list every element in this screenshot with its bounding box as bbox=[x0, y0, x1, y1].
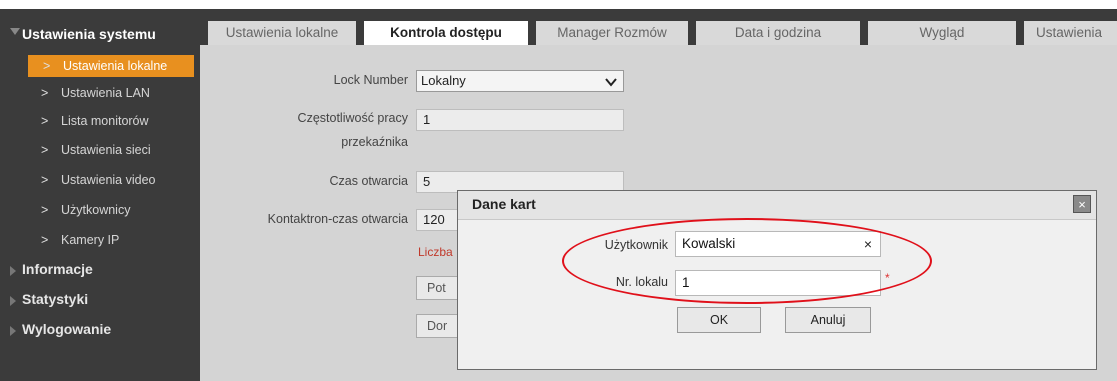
sidebar-item-label: Użytkownicy bbox=[61, 203, 131, 217]
expand-triangle-icon bbox=[10, 326, 16, 336]
sidebar-header[interactable]: Ustawienia systemu bbox=[22, 26, 156, 42]
sidebar-item-uzytkownicy[interactable]: > Użytkownicy bbox=[26, 199, 194, 221]
sidebar-item-ustawienia-sieci[interactable]: > Ustawienia sieci bbox=[26, 139, 194, 161]
user-input[interactable]: Kowalski × bbox=[675, 231, 881, 257]
sidebar-item-label: Kamery IP bbox=[61, 233, 120, 247]
ok-button[interactable]: OK bbox=[677, 307, 761, 333]
close-icon[interactable]: × bbox=[1073, 195, 1091, 213]
lock-number-value: Lokalny bbox=[421, 73, 466, 88]
chevron-right-icon: > bbox=[41, 203, 49, 217]
sidebar-item-lista-monitorow[interactable]: > Lista monitorów bbox=[26, 110, 194, 132]
sidebar-item-ustawienia-lokalne[interactable]: > Ustawienia lokalne bbox=[28, 55, 194, 77]
user-value: Kowalski bbox=[682, 236, 736, 251]
sidebar-group-wylogowanie[interactable]: Wylogowanie bbox=[22, 321, 111, 337]
chevron-right-icon: > bbox=[41, 143, 49, 157]
sidebar: Ustawienia systemu > Ustawienia lokalne >… bbox=[0, 0, 200, 381]
chevron-right-icon: > bbox=[41, 86, 49, 100]
required-mark: * bbox=[885, 271, 890, 285]
relay-freq-label-cont: przekaźnika bbox=[341, 135, 408, 149]
tab-bar: Ustawienia lokalne Kontrola dostępu Mana… bbox=[200, 9, 1117, 54]
sidebar-group-statystyki[interactable]: Statystyki bbox=[22, 291, 88, 307]
chevron-right-icon: > bbox=[41, 173, 49, 187]
unit-label: Nr. lokalu bbox=[615, 275, 668, 289]
sidebar-item-ustawienia-lan[interactable]: > Ustawienia LAN bbox=[26, 82, 194, 104]
top-strip bbox=[0, 0, 1117, 9]
sidebar-item-label: Ustawienia lokalne bbox=[63, 59, 168, 73]
chevron-right-icon: > bbox=[43, 59, 51, 73]
expand-triangle-icon bbox=[10, 296, 16, 306]
contactron-label: Kontaktron-czas otwarcia bbox=[267, 212, 408, 226]
open-time-label: Czas otwarcia bbox=[329, 174, 409, 188]
chevron-down-icon bbox=[605, 73, 617, 93]
sidebar-item-label: Ustawienia video bbox=[61, 173, 156, 187]
expand-triangle-icon bbox=[10, 266, 16, 276]
relay-freq-label: Częstotliwość pracy bbox=[297, 111, 408, 125]
sidebar-item-label: Lista monitorów bbox=[61, 114, 149, 128]
lock-number-label: Lock Number bbox=[333, 73, 408, 87]
dialog-title: Dane kart bbox=[472, 196, 536, 212]
sidebar-item-label: Ustawienia LAN bbox=[61, 86, 150, 100]
cancel-button[interactable]: Anuluj bbox=[785, 307, 871, 333]
dialog-header: Dane kart × bbox=[458, 191, 1096, 220]
sidebar-item-label: Ustawienia sieci bbox=[61, 143, 151, 157]
relay-freq-input[interactable]: 1 bbox=[416, 109, 624, 131]
clear-icon[interactable]: × bbox=[864, 232, 872, 256]
sidebar-item-kamery-ip[interactable]: > Kamery IP bbox=[26, 229, 194, 251]
lock-number-select[interactable]: Lokalny bbox=[416, 70, 624, 92]
sidebar-group-informacje[interactable]: Informacje bbox=[22, 261, 93, 277]
collapse-triangle-icon bbox=[10, 28, 20, 35]
chevron-right-icon: > bbox=[41, 114, 49, 128]
validation-hint: Liczba bbox=[418, 245, 453, 259]
sidebar-item-ustawienia-video[interactable]: > Ustawienia video bbox=[26, 169, 194, 191]
user-label: Użytkownik bbox=[604, 238, 668, 252]
card-data-dialog: Dane kart × Użytkownik Kowalski × Nr. lo… bbox=[457, 190, 1097, 370]
unit-input[interactable]: 1 bbox=[675, 270, 881, 296]
chevron-right-icon: > bbox=[41, 233, 49, 247]
